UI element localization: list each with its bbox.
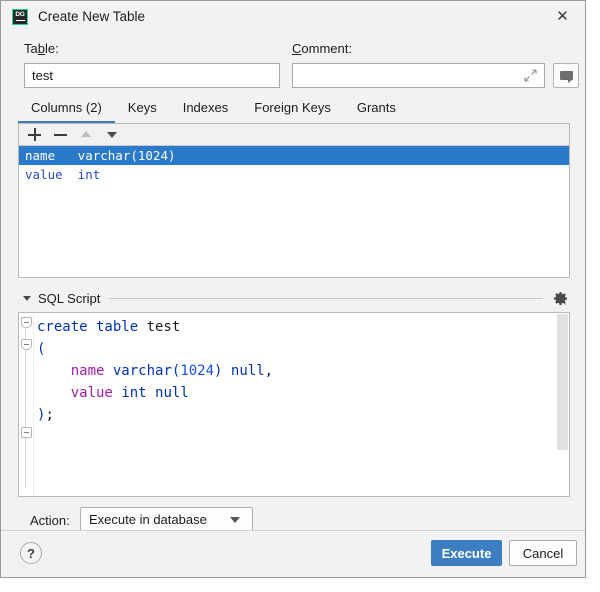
comment-input[interactable] <box>292 63 545 88</box>
create-new-table-dialog: DG Create New Table ✕ Table: Comment: Co… <box>0 0 586 578</box>
fold-marker-icon[interactable] <box>20 339 32 350</box>
sql-token: ( <box>37 341 46 357</box>
list-item[interactable]: name varchar(1024) <box>19 146 569 165</box>
table-meta-form: Table: Comment: <box>1 32 585 95</box>
columns-toolbar <box>19 124 569 146</box>
sql-token: name <box>70 363 105 379</box>
chevron-down-icon[interactable] <box>23 295 31 301</box>
sql-code-line: value int null <box>37 382 273 404</box>
close-icon[interactable]: ✕ <box>540 1 585 31</box>
arrow-up-icon <box>80 128 93 141</box>
table-name-input[interactable] <box>24 63 280 88</box>
sql-script-label: SQL Script <box>38 290 101 306</box>
sql-token: int <box>121 385 147 401</box>
gear-icon[interactable] <box>553 291 568 306</box>
tab-indexes[interactable]: Indexes <box>170 97 242 123</box>
editor-scrollbar-thumb[interactable] <box>557 314 568 450</box>
chevron-down-icon <box>230 516 240 523</box>
action-dropdown[interactable]: Execute in database <box>80 507 253 532</box>
tab-foreign-keys[interactable]: Foreign Keys <box>241 97 344 123</box>
app-icon-underbar <box>15 19 25 21</box>
comment-label: Comment: <box>292 41 352 56</box>
editor-scrollbar[interactable] <box>556 313 569 496</box>
list-item[interactable]: value int <box>19 165 569 184</box>
sql-token: value <box>70 385 113 401</box>
object-tabs: Columns (2) Keys Indexes Foreign Keys Gr… <box>18 97 409 123</box>
sql-token: null <box>155 385 189 401</box>
sql-code-line: create table test <box>37 316 273 338</box>
sql-token: varchar <box>112 363 172 379</box>
sql-token: ; <box>45 407 54 423</box>
table-name-label: Table: <box>24 41 59 56</box>
help-button[interactable]: ? <box>20 542 42 564</box>
cancel-button[interactable]: Cancel <box>509 540 577 566</box>
window-title: Create New Table <box>38 9 146 24</box>
app-icon-label: DG <box>15 11 25 18</box>
fold-marker-icon[interactable] <box>20 427 32 438</box>
tab-keys[interactable]: Keys <box>115 97 170 123</box>
fold-marker-icon[interactable] <box>20 317 32 328</box>
sql-code-text[interactable]: create table test ( name varchar(1024) nu… <box>37 316 273 426</box>
action-dropdown-value: Execute in database <box>89 512 207 527</box>
sql-token: create table <box>37 319 147 335</box>
sql-token: 1024 <box>180 363 215 379</box>
action-label: Action: <box>30 513 70 528</box>
title-bar: DG Create New Table ✕ <box>1 1 585 32</box>
speech-bubble-icon <box>559 71 573 83</box>
sql-script-header[interactable]: SQL Script <box>18 289 570 307</box>
sql-token: test <box>146 319 181 335</box>
sql-code-line: name varchar(1024) null, <box>37 360 273 382</box>
expand-diagonal-icon[interactable] <box>524 69 537 82</box>
columns-panel: name varchar(1024) value int <box>18 123 570 278</box>
sql-code-line: ); <box>37 404 273 426</box>
sql-code-line: ( <box>37 338 273 360</box>
sql-token: , <box>264 363 274 379</box>
tab-grants[interactable]: Grants <box>344 97 409 123</box>
columns-list: name varchar(1024) value int <box>19 146 569 184</box>
datagrip-icon: DG <box>12 8 28 25</box>
plus-icon[interactable] <box>28 128 41 141</box>
minus-icon[interactable] <box>54 128 67 141</box>
edit-comment-button[interactable] <box>553 63 579 88</box>
sql-script-editor[interactable]: create table test ( name varchar(1024) nu… <box>18 312 570 497</box>
arrow-down-icon[interactable] <box>106 128 119 141</box>
execute-button[interactable]: Execute <box>431 540 502 566</box>
editor-gutter <box>19 313 34 496</box>
sql-token: null <box>230 363 265 379</box>
tab-columns[interactable]: Columns (2) <box>18 97 115 123</box>
dialog-footer: ? Execute Cancel <box>1 530 585 577</box>
section-divider <box>109 297 543 299</box>
